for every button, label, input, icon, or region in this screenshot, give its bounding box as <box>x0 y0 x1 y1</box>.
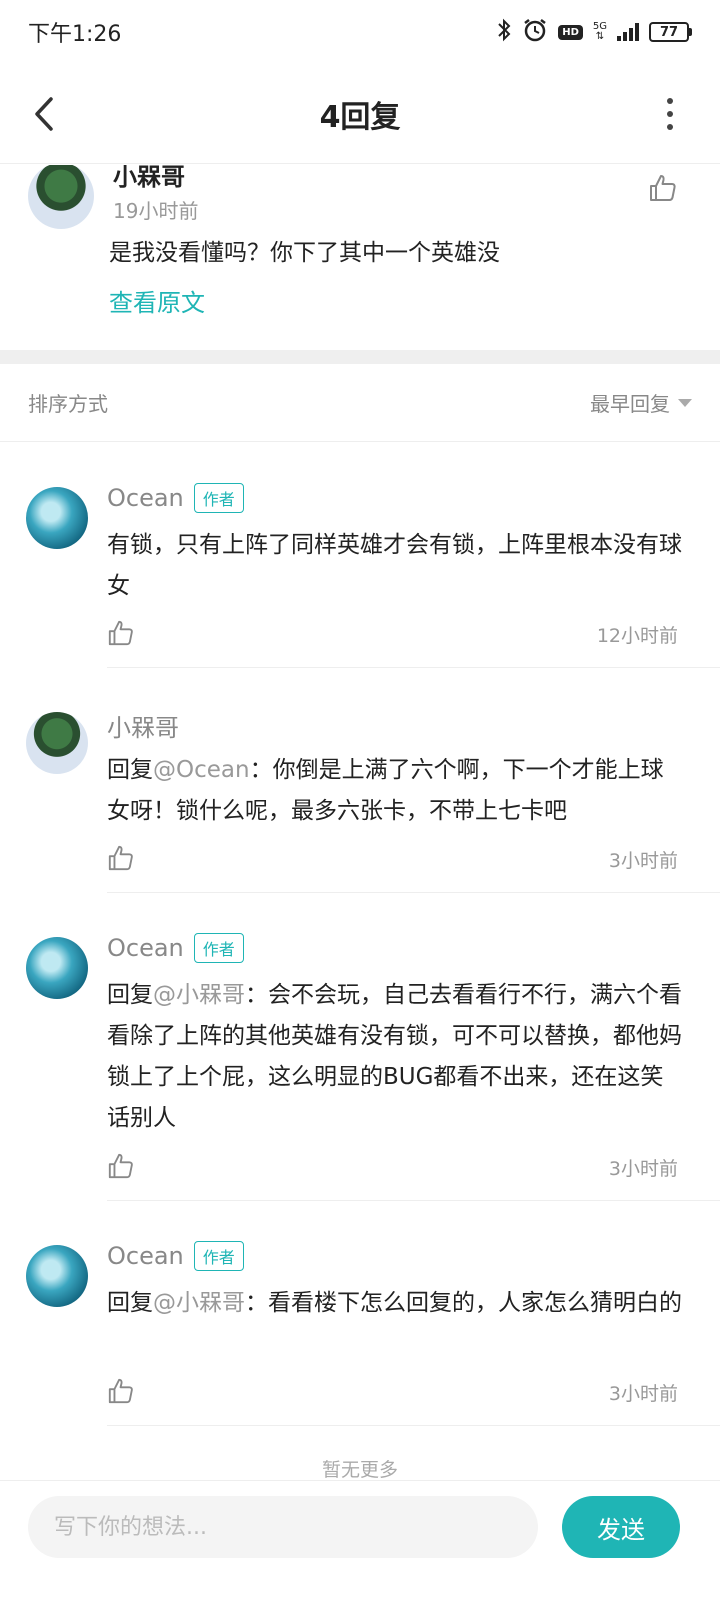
author-badge: 作者 <box>193 483 244 513</box>
reply-timestamp: 3小时前 <box>608 850 678 872</box>
avatar[interactable] <box>26 937 88 999</box>
like-button[interactable] <box>648 173 678 203</box>
thumbs-up-icon <box>108 845 133 871</box>
composer-bar: 发送 <box>0 1480 720 1600</box>
reply-author-name[interactable]: Ocean <box>107 1242 184 1270</box>
thumbs-up-icon <box>108 620 133 646</box>
reply-author-name[interactable]: 小槑哥 <box>107 708 179 743</box>
top-bar: 4回复 <box>0 64 720 164</box>
reply-prefix: 回复 <box>107 757 153 783</box>
hd-badge: HD <box>558 24 583 40</box>
like-button[interactable] <box>107 619 135 647</box>
mention-link[interactable]: @小槑哥 <box>153 982 245 1008</box>
caret-down-icon <box>678 398 692 407</box>
battery-icon: 77 <box>649 22 692 42</box>
signal-icon <box>617 23 639 41</box>
reply-timestamp: 3小时前 <box>608 1158 678 1180</box>
status-icons: HD 5G ⇅ 77 <box>496 17 692 48</box>
reply-text: 回复@小槑哥：看看楼下怎么回复的，人家怎么猜明白的 <box>107 1283 685 1324</box>
network-indicator: 5G ⇅ <box>593 22 607 42</box>
page-title: 4回复 <box>319 99 401 135</box>
status-bar: 下午1:26 HD 5G ⇅ 77 <box>0 0 720 64</box>
sort-selected-value: 最早回复 <box>590 392 670 416</box>
like-button[interactable] <box>107 1377 135 1405</box>
reply-body: 有锁，只有上阵了同样英雄才会有锁，上阵里根本没有球女 <box>107 532 682 599</box>
bluetooth-icon <box>496 18 512 47</box>
back-button[interactable] <box>22 92 66 136</box>
section-divider <box>0 350 720 364</box>
more-options-button[interactable] <box>660 94 680 134</box>
chevron-left-icon <box>35 97 53 131</box>
no-more-label: 暂无更多 <box>321 1459 398 1481</box>
sort-dropdown[interactable]: 最早回复 <box>590 388 692 417</box>
author-badge: 作者 <box>193 1241 244 1271</box>
thumbs-up-icon <box>108 1378 133 1404</box>
reply-body: ：看看楼下怎么回复的，人家怎么猜明白的 <box>245 1290 682 1316</box>
divider <box>107 667 720 668</box>
thumbs-up-icon <box>650 175 676 201</box>
data-arrows-icon: ⇅ <box>595 31 605 42</box>
avatar[interactable] <box>28 165 94 229</box>
thumbs-up-icon <box>108 1153 133 1179</box>
status-time: 下午1:26 <box>28 22 122 47</box>
mention-link[interactable]: @Ocean <box>153 757 250 783</box>
mention-link[interactable]: @小槑哥 <box>153 1290 245 1316</box>
sort-label: 排序方式 <box>28 392 108 416</box>
reply-author-name[interactable]: Ocean <box>107 484 184 512</box>
reply-timestamp: 3小时前 <box>608 1383 678 1405</box>
divider <box>107 1200 720 1201</box>
avatar[interactable] <box>26 1245 88 1307</box>
original-timestamp: 19小时前 <box>113 199 199 223</box>
reply-author-name[interactable]: Ocean <box>107 934 184 962</box>
original-comment-text: 是我没看懂吗？你下了其中一个英雄没 <box>109 240 500 266</box>
original-comment: 小槑哥 19小时前 是我没看懂吗？你下了其中一个英雄没 查看原文 <box>0 165 720 350</box>
divider <box>107 1425 720 1426</box>
reply-prefix: 回复 <box>107 1290 153 1316</box>
sort-bar: 排序方式 最早回复 <box>0 364 720 442</box>
reply-timestamp: 12小时前 <box>596 625 678 647</box>
alarm-icon <box>522 17 548 48</box>
author-badge: 作者 <box>193 933 244 963</box>
send-button[interactable]: 发送 <box>562 1496 680 1558</box>
original-author-name[interactable]: 小槑哥 <box>113 165 185 192</box>
battery-level: 77 <box>649 22 689 42</box>
divider <box>107 892 720 893</box>
reply-text: 回复@小槑哥：会不会玩，自己去看看行不行，满六个看看除了上阵的其他英雄有没有锁，… <box>107 975 685 1139</box>
reply-prefix: 回复 <box>107 982 153 1008</box>
reply-text: 回复@Ocean：你倒是上满了六个啊，下一个才能上球女呀！锁什么呢，最多六张卡，… <box>107 750 685 832</box>
avatar[interactable] <box>26 487 88 549</box>
more-dots-icon <box>667 98 673 104</box>
view-original-link[interactable]: 查看原文 <box>109 283 205 318</box>
comment-input[interactable] <box>28 1496 538 1558</box>
reply-text: 有锁，只有上阵了同样英雄才会有锁，上阵里根本没有球女 <box>107 525 685 607</box>
like-button[interactable] <box>107 1152 135 1180</box>
avatar[interactable] <box>26 712 88 774</box>
like-button[interactable] <box>107 844 135 872</box>
